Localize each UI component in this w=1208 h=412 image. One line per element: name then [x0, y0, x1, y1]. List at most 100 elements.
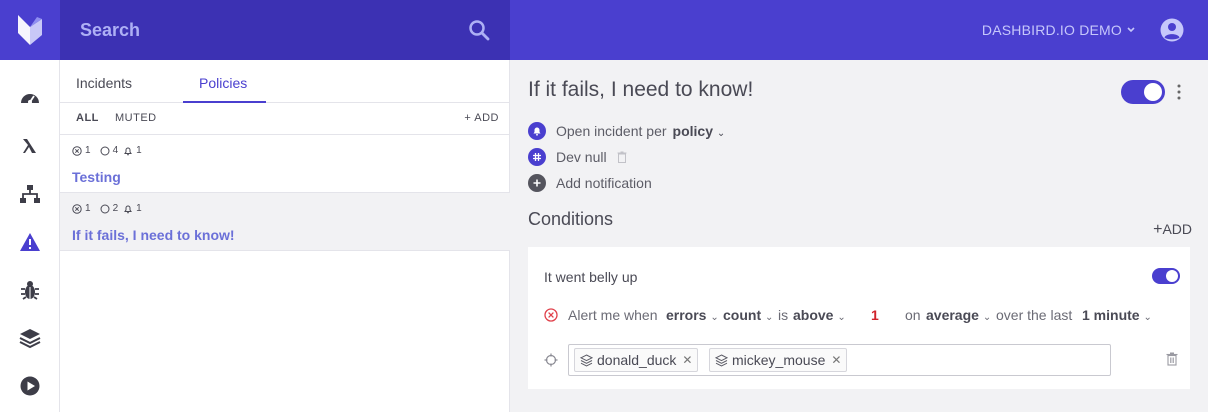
tab-bar: Incidents Policies: [60, 60, 510, 103]
plus-circle-icon: [528, 174, 546, 192]
dashboard-icon[interactable]: [18, 87, 42, 111]
open-count-icon: [100, 204, 110, 213]
tab-incidents[interactable]: Incidents: [76, 75, 132, 91]
filter-bar: ALL MUTED + ADD: [60, 103, 510, 135]
chevron-down-icon: ⌄: [716, 128, 726, 139]
policy-enabled-toggle[interactable]: [1121, 80, 1165, 104]
notification-count: 1: [136, 203, 142, 214]
incident-per-row: Open incident per policy ⌄: [528, 122, 725, 140]
account-menu[interactable]: DASHBIRD.IO DEMO: [982, 22, 1136, 38]
remove-tag-icon[interactable]: ✕: [682, 353, 692, 367]
channel-name: Dev null: [556, 149, 607, 165]
trash-icon[interactable]: [1166, 352, 1178, 366]
filter-all[interactable]: ALL: [76, 112, 99, 124]
chevron-down-icon: ⌄: [837, 312, 846, 323]
dashbird-logo[interactable]: [0, 0, 60, 60]
slack-icon: [528, 148, 546, 166]
resource-tag: donald_duck ✕: [574, 348, 699, 372]
is-label: is: [778, 307, 789, 323]
layers-icon: [715, 353, 728, 367]
resource-tag-label: donald_duck: [597, 352, 677, 368]
notification-count: 1: [136, 145, 142, 156]
condition-enabled-toggle[interactable]: [1152, 268, 1180, 284]
error-icon: [544, 308, 558, 322]
incident-per-value: policy: [672, 123, 713, 139]
policy-detail-panel: If it fails, I need to know! Open incide…: [510, 60, 1208, 412]
bug-icon[interactable]: [18, 278, 42, 302]
remove-tag-icon[interactable]: ✕: [831, 353, 841, 367]
play-icon[interactable]: [18, 374, 42, 398]
add-condition-button[interactable]: +ADD: [1153, 221, 1192, 239]
trash-icon[interactable]: [617, 151, 627, 163]
resource-tag: mickey_mouse ✕: [709, 348, 848, 372]
layers-icon: [580, 353, 593, 367]
add-condition-label: ADD: [1162, 221, 1192, 237]
filter-muted[interactable]: MUTED: [115, 112, 157, 124]
policy-name[interactable]: Testing: [72, 169, 121, 185]
error-count-icon: [72, 145, 82, 156]
crosshair-icon: [544, 353, 558, 367]
open-count: 2: [112, 203, 119, 214]
network-icon[interactable]: [18, 182, 42, 206]
resource-tag-input[interactable]: donald_duck ✕ mickey_mouse ✕: [568, 344, 1111, 376]
bell-icon: [528, 122, 546, 140]
over-the-last-label: over the last: [996, 307, 1073, 323]
metric-value: errors: [666, 307, 707, 323]
policy-title: If it fails, I need to know!: [528, 78, 754, 101]
comparator-dropdown[interactable]: above ⌄: [793, 307, 846, 323]
conditions-heading: Conditions: [528, 209, 614, 229]
mode-value: average: [926, 307, 979, 323]
top-bar: Search DASHBIRD.IO DEMO: [0, 0, 1208, 60]
metric-dropdown[interactable]: errors ⌄: [666, 307, 719, 323]
incident-per-label: Open incident per: [556, 123, 667, 139]
add-notification-row[interactable]: Add notification: [528, 174, 652, 192]
user-avatar-icon[interactable]: [1160, 18, 1184, 42]
add-notification-label[interactable]: Add notification: [556, 175, 652, 191]
layers-icon[interactable]: [18, 326, 42, 350]
search-icon[interactable]: [468, 19, 490, 41]
comparator-value: above: [793, 307, 834, 323]
bell-icon: [124, 205, 133, 213]
error-count: 1: [85, 145, 91, 156]
condition-name: It went belly up: [544, 269, 638, 285]
more-options-icon[interactable]: [1177, 82, 1181, 102]
window-dropdown[interactable]: 1 minute ⌄: [1082, 307, 1152, 323]
account-label: DASHBIRD.IO DEMO: [981, 22, 1122, 38]
lambda-icon[interactable]: [18, 134, 42, 158]
policy-name[interactable]: If it fails, I need to know!: [72, 227, 235, 243]
error-count-icon: [72, 203, 82, 214]
policy-counts: 1 2 1: [72, 203, 142, 214]
aggregation-value: count: [723, 307, 762, 323]
search-bar[interactable]: Search: [60, 0, 510, 60]
on-label: on: [905, 307, 921, 323]
plus-icon: +: [464, 112, 472, 124]
search-input[interactable]: Search: [80, 20, 140, 41]
policy-list-item-selected[interactable]: 1 2 1 If it fails, I need to know!: [60, 193, 510, 251]
chevron-down-icon: ⌄: [982, 312, 992, 323]
threshold-input[interactable]: 1: [871, 307, 879, 323]
open-count: 4: [112, 145, 119, 156]
window-value: 1 minute: [1082, 307, 1140, 323]
toggle-knob: [1166, 270, 1178, 282]
bell-icon: [124, 147, 133, 155]
warning-icon[interactable]: [18, 230, 42, 254]
policy-counts: 1 4 1: [72, 145, 142, 156]
mode-dropdown[interactable]: average ⌄: [926, 307, 991, 323]
aggregation-dropdown[interactable]: count ⌄: [723, 307, 773, 323]
chevron-down-icon: ⌄: [710, 312, 719, 323]
chevron-down-icon: ⌄: [765, 312, 774, 323]
condition-card: It went belly up Alert me when errors ⌄ …: [528, 247, 1190, 389]
open-count-icon: [100, 146, 110, 155]
add-policy-label: ADD: [474, 112, 499, 124]
error-count: 1: [85, 203, 91, 214]
resource-tag-label: mickey_mouse: [732, 352, 826, 368]
alert-prefix: Alert me when: [568, 307, 658, 323]
add-policy-button[interactable]: + ADD: [464, 112, 499, 124]
incident-per-dropdown[interactable]: policy ⌄: [673, 123, 726, 139]
chevron-down-icon: ⌄: [1143, 312, 1152, 323]
toggle-knob: [1144, 83, 1162, 101]
policies-panel: Incidents Policies ALL MUTED + ADD 1 4 1…: [60, 60, 510, 412]
policy-list-item[interactable]: 1 4 1 Testing: [60, 135, 510, 193]
notification-channel-row: Dev null: [528, 148, 627, 166]
tab-policies[interactable]: Policies: [199, 75, 247, 91]
